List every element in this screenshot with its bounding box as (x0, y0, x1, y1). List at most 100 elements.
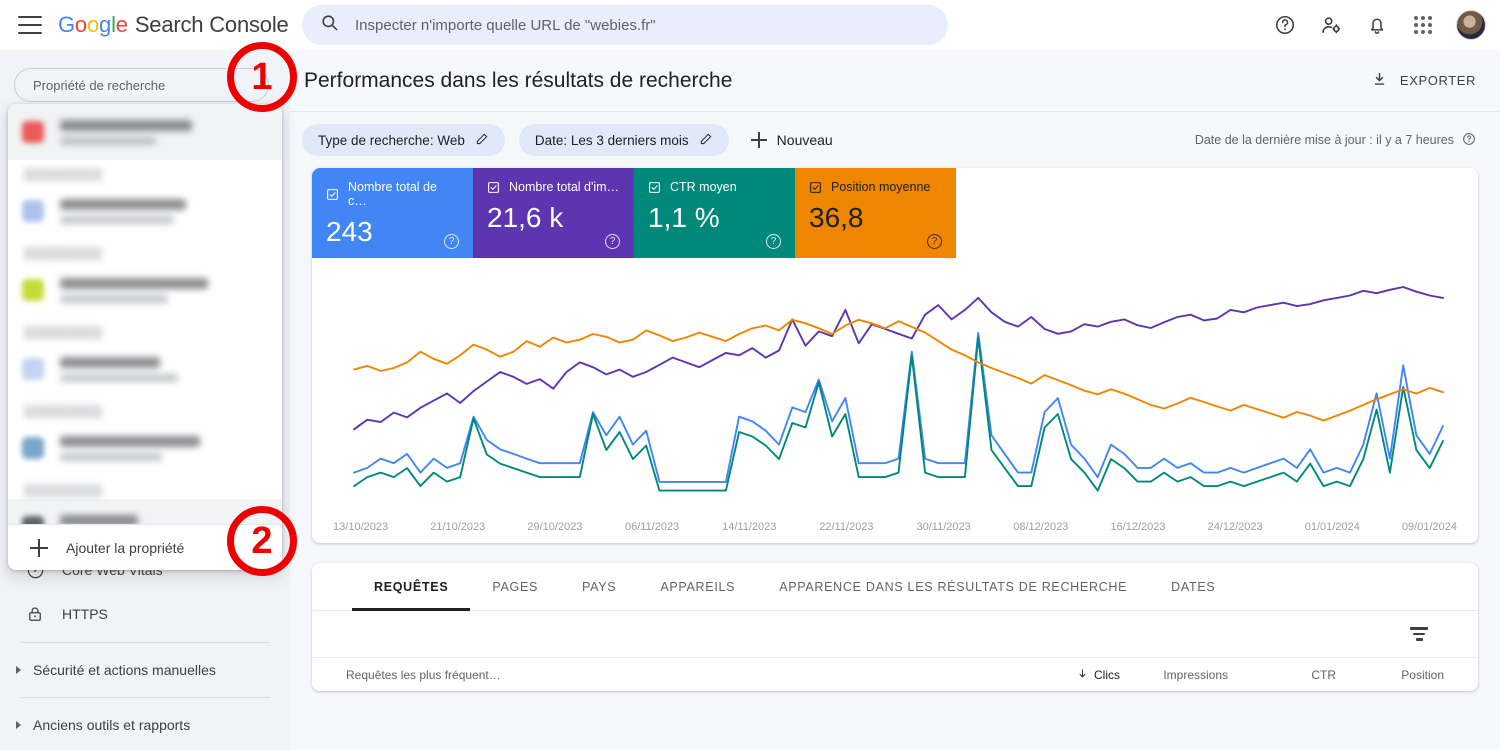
property-name-redacted (60, 119, 192, 145)
page-title: Performances dans les résultats de reche… (304, 68, 733, 92)
tab-5[interactable]: APPARENCE DANS LES RÉSULTATS DE RECHERCH… (757, 563, 1149, 610)
property-favicon-icon (22, 358, 44, 380)
filter-funnel-icon[interactable] (1410, 627, 1428, 641)
property-dropdown-item[interactable] (8, 420, 282, 476)
table-col-query[interactable]: Requêtes les plus fréquent… (346, 668, 1012, 682)
export-button[interactable]: EXPORTER (1371, 71, 1476, 91)
tab-1[interactable]: REQUÊTES (352, 563, 471, 611)
account-settings-icon[interactable] (1318, 12, 1344, 38)
table-col-impressions[interactable]: Impressions (1120, 668, 1228, 682)
chart-x-tick-label: 29/10/2023 (527, 521, 583, 533)
table-col-clicks[interactable]: Clics (1012, 668, 1120, 682)
pencil-icon (475, 132, 489, 149)
sidebar-group-security[interactable]: Sécurité et actions manuelles (0, 649, 290, 691)
property-dropdown-item[interactable] (8, 262, 282, 318)
tab-2[interactable]: PAGES (470, 563, 560, 610)
chart-x-tick-label: 06/11/2023 (624, 521, 680, 533)
metric-card-3[interactable]: CTR moyen 1,1 %? (634, 168, 795, 258)
metric-label: Nombre total de c… (348, 180, 437, 208)
tab-label: DATES (1171, 579, 1216, 594)
chart-series-line (353, 318, 1444, 422)
chip-search-type[interactable]: Type de recherche: Web (302, 124, 505, 156)
sidebar-group-label: Anciens outils et rapports (33, 717, 191, 733)
metric-label: Position moyenne (831, 180, 931, 194)
metric-value: 243 (326, 216, 373, 247)
performance-chart: 13/10/2023 21/10/2023 29/10/2023 06/11/2023… (312, 258, 1478, 543)
table-col-position[interactable]: Position (1336, 668, 1444, 682)
property-favicon-icon (22, 121, 44, 143)
sidebar-nav: Core Web Vitals HTTPS Sécurité et action… (0, 548, 290, 746)
page-header: Performances dans les résultats de reche… (290, 50, 1500, 112)
metric-value: 1,1 % (648, 202, 720, 233)
performance-chart-card: Nombre total de c… 243? Nombre total d'im…… (312, 168, 1478, 543)
help-circle-icon[interactable]: ? (444, 234, 459, 249)
metric-value: 36,8 (809, 202, 864, 233)
search-input[interactable] (355, 16, 915, 34)
brand-google-wordmark: Google (58, 12, 128, 37)
filter-chips-row: Type de recherche: Web Date: Les 3 derni… (290, 112, 1500, 168)
chart-series-line (353, 336, 1444, 492)
chart-x-tick-label: 24/12/2023 (1207, 521, 1263, 533)
add-filter-button[interactable]: Nouveau (743, 132, 841, 148)
chevron-right-icon (16, 721, 21, 729)
metric-checkbox[interactable] (648, 181, 661, 194)
chip-label: Date: Les 3 derniers mois (534, 132, 689, 148)
table-filter-row (312, 611, 1478, 657)
user-avatar[interactable] (1456, 10, 1486, 40)
property-name-redacted (60, 435, 200, 461)
download-icon (1371, 71, 1388, 91)
chart-canvas (353, 286, 1444, 492)
property-dropdown-item[interactable] (8, 499, 282, 524)
table-header-row: Requêtes les plus fréquent… Clics Impres… (312, 657, 1478, 691)
tab-label: APPAREILS (660, 579, 736, 594)
search-console-app: Google Search Console Inspecter n'import… (0, 0, 1500, 750)
chart-x-tick-label: 01/01/2024 (1304, 521, 1360, 533)
metric-label: CTR moyen (670, 180, 737, 194)
hamburger-menu-icon[interactable] (18, 16, 42, 34)
tab-4[interactable]: APPAREILS (638, 563, 757, 610)
metric-checkbox[interactable] (809, 181, 822, 194)
chart-x-tick-label: 13/10/2023 (333, 521, 389, 533)
metric-checkbox[interactable] (487, 181, 500, 194)
chip-date-range[interactable]: Date: Les 3 derniers mois (518, 124, 729, 156)
tab-label: REQUÊTES (374, 579, 449, 594)
property-dropdown-item[interactable] (8, 104, 282, 160)
apps-grid-icon[interactable] (1410, 12, 1436, 38)
help-circle-icon[interactable]: ? (605, 234, 620, 249)
metric-card-4[interactable]: Position moyenne 36,8? (795, 168, 956, 258)
chart-series-line (353, 331, 1444, 483)
help-circle-icon[interactable] (1272, 12, 1298, 38)
property-dropdown[interactable]: ██████████ ██████████ ██████████ ██████████… (8, 104, 282, 570)
add-property-button[interactable]: Ajouter la propriété (8, 524, 282, 570)
metric-checkbox[interactable] (326, 188, 339, 201)
property-name-redacted (60, 198, 186, 224)
sidebar-item-https[interactable]: HTTPS (0, 592, 290, 636)
table-col-ctr[interactable]: CTR (1228, 668, 1336, 682)
metric-card-1[interactable]: Nombre total de c… 243? (312, 168, 473, 258)
property-selector[interactable]: Propriété de recherche (14, 68, 269, 102)
help-circle-icon[interactable]: ? (927, 234, 942, 249)
property-dropdown-item[interactable] (8, 183, 282, 239)
add-property-label: Ajouter la propriété (66, 539, 185, 556)
tab-6[interactable]: DATES (1149, 563, 1237, 610)
sidebar-group-legacy-tools[interactable]: Anciens outils et rapports (0, 704, 290, 746)
search-icon (320, 13, 339, 37)
property-group-heading: ██████████ (24, 327, 102, 339)
top-app-bar: Google Search Console (0, 0, 1500, 50)
help-circle-icon[interactable]: ? (766, 234, 781, 249)
export-label: EXPORTER (1399, 73, 1476, 88)
main-content: Performances dans les résultats de reche… (290, 50, 1500, 750)
tab-3[interactable]: PAYS (560, 563, 638, 610)
add-filter-label: Nouveau (776, 132, 833, 148)
help-circle-icon[interactable] (1462, 132, 1476, 149)
bell-icon[interactable] (1364, 12, 1390, 38)
plus-icon (30, 538, 48, 557)
sidebar-group-label: Sécurité et actions manuelles (33, 662, 216, 678)
arrow-down-icon (1077, 668, 1088, 682)
property-dropdown-item[interactable] (8, 341, 282, 397)
results-table-card: REQUÊTES PAGES PAYS APPAREILS APPARENCE DANS… (312, 563, 1478, 691)
metric-card-2[interactable]: Nombre total d'im… 21,6 k? (473, 168, 634, 258)
sidebar-divider (20, 697, 270, 698)
metric-value: 21,6 k (487, 202, 564, 233)
url-inspection-search-bar[interactable] (302, 5, 948, 45)
